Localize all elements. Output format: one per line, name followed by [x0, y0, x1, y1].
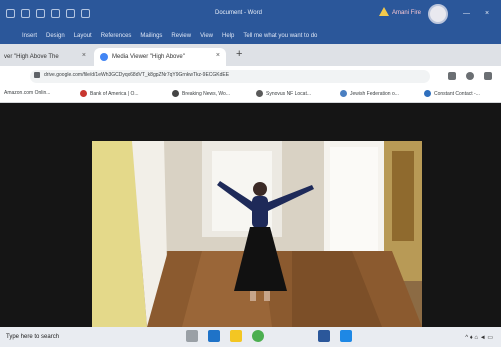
bookmark-label: Amazon.com Onlin...: [4, 90, 51, 96]
bookmark-item[interactable]: Breaking News, Wo...: [172, 90, 230, 97]
menu-icon[interactable]: [484, 72, 492, 80]
bookmark-label: Synovus NF Locat...: [266, 90, 312, 97]
ribbon-tabs: Insert Design Layout References Mailings…: [22, 33, 317, 39]
close-button[interactable]: ×: [485, 10, 489, 17]
quick-access-toolbar: [6, 9, 90, 18]
dancer-head: [253, 182, 267, 196]
warning-icon[interactable]: [379, 7, 389, 16]
system-tray[interactable]: ^ ♦ ⌂ ◄ ▭: [465, 334, 493, 341]
tab-references[interactable]: References: [101, 33, 132, 39]
video-frame[interactable]: [92, 141, 422, 327]
bank-icon: [256, 90, 263, 97]
dancer-right-leg: [264, 291, 270, 301]
tab-mailings[interactable]: Mailings: [140, 33, 162, 39]
mail-icon[interactable]: [340, 330, 352, 342]
lock-icon[interactable]: [34, 72, 40, 78]
task-view-icon[interactable]: [186, 330, 198, 342]
bookmark-label: Constant Contact -...: [434, 90, 480, 97]
redo-icon[interactable]: [36, 9, 45, 18]
constant-contact-icon: [424, 90, 431, 97]
bookmark-label: Breaking News, Wo...: [182, 90, 230, 97]
taskbar-search-input[interactable]: Type here to search: [6, 334, 59, 340]
edge-icon[interactable]: [208, 330, 220, 342]
dancer-left-leg: [250, 291, 256, 301]
tab-title: ver "High Above The: [4, 54, 59, 60]
minimize-button[interactable]: —: [463, 10, 470, 17]
bookmark-item[interactable]: Bank of America | O...: [80, 90, 139, 97]
avatar[interactable]: [428, 4, 448, 24]
bookmark-item[interactable]: Constant Contact -...: [424, 90, 480, 97]
save-icon[interactable]: [6, 9, 15, 18]
tab-help[interactable]: Help: [222, 33, 234, 39]
chrome-icon[interactable]: [252, 330, 264, 342]
tab-insert[interactable]: Insert: [22, 33, 37, 39]
tab-design[interactable]: Design: [46, 33, 65, 39]
star-icon[interactable]: [466, 72, 474, 80]
right-door-light: [330, 147, 378, 255]
url-text[interactable]: drive.google.com/file/d/1eWh3GCDyqx68dVT…: [44, 72, 229, 78]
tell-me-search[interactable]: Tell me what you want to do: [243, 33, 317, 39]
file-explorer-icon[interactable]: [230, 330, 242, 342]
bookmark-label: Bank of America | O...: [90, 90, 139, 97]
video-still: [92, 141, 422, 327]
bookmark-item[interactable]: Synovus NF Locat...: [256, 90, 311, 97]
federation-icon: [340, 90, 347, 97]
browser-tab[interactable]: ver "High Above The ×: [0, 48, 92, 66]
word-title-bar: Document - Word Amani Fire — ×: [0, 0, 501, 30]
new-tab-button[interactable]: +: [236, 48, 242, 60]
customize-icon[interactable]: [81, 9, 90, 18]
bank-icon: [80, 90, 87, 97]
tab-review[interactable]: Review: [171, 33, 191, 39]
print-icon[interactable]: [51, 9, 60, 18]
news-icon: [172, 90, 179, 97]
tab-title: Media Viewer "High Above": [112, 54, 185, 60]
browser-tab-active[interactable]: Media Viewer "High Above" ×: [94, 48, 226, 66]
touch-mode-icon[interactable]: [66, 9, 75, 18]
user-name[interactable]: Amani Fire: [392, 10, 421, 16]
close-tab-icon[interactable]: ×: [216, 52, 220, 59]
undo-icon[interactable]: [21, 9, 30, 18]
drive-favicon-icon: [100, 53, 108, 61]
extension-icon[interactable]: [448, 72, 456, 80]
bookmark-label: Jewish Federation o...: [350, 90, 399, 97]
tab-view[interactable]: View: [200, 33, 213, 39]
dancer-torso: [252, 196, 268, 228]
word-ribbon: Insert Design Layout References Mailings…: [0, 30, 501, 44]
close-tab-icon[interactable]: ×: [82, 52, 86, 59]
word-taskbar-icon[interactable]: [318, 330, 330, 342]
windows-taskbar: [0, 327, 501, 347]
bookmark-item[interactable]: Amazon.com Onlin...: [4, 90, 50, 96]
document-title: Document - Word: [215, 10, 262, 16]
wallpaper-pattern: [392, 151, 414, 241]
browser-tab-strip: ver "High Above The × Media Viewer "High…: [0, 44, 501, 66]
bookmark-item[interactable]: Jewish Federation o...: [340, 90, 399, 97]
tab-layout[interactable]: Layout: [74, 33, 92, 39]
